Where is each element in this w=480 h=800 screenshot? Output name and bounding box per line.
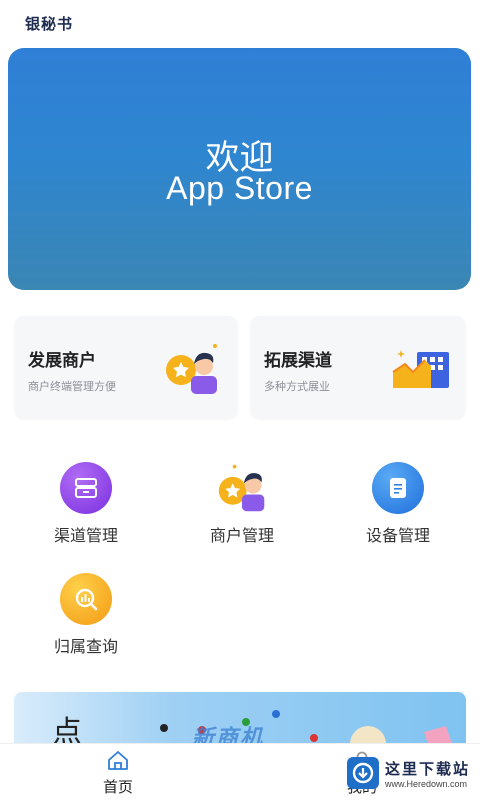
ownership-query[interactable]: 归属查询 [26, 573, 146, 657]
home-icon [78, 750, 158, 774]
card-subtitle: 多种方式展业 [264, 380, 330, 393]
card-title: 发展商户 [28, 351, 96, 371]
develop-merchant-card[interactable]: 发展商户 商户终端管理方便 [15, 316, 237, 418]
watermark-en: www.Heredown.com [385, 778, 468, 789]
heredown-logo [347, 757, 379, 789]
search-chart-icon [60, 573, 112, 625]
drawer-icon [60, 462, 112, 514]
app-store-text: App Store [166, 170, 313, 206]
merchant-icon [163, 340, 221, 396]
device-management[interactable]: 设备管理 [338, 462, 458, 546]
tab-home[interactable]: 首页 [78, 750, 158, 797]
grid-label: 设备管理 [365, 526, 430, 545]
app-title: 银秘书 [25, 15, 74, 33]
card-title: 拓展渠道 [264, 351, 332, 371]
tab-label: 首页 [102, 778, 133, 796]
card-subtitle: 商户终端管理方便 [28, 380, 116, 393]
channel-management[interactable]: 渠道管理 [26, 462, 146, 546]
heredown-watermark: 这里下载站 www.Heredown.com [347, 753, 475, 793]
watermark-cn: 这里下载站 [385, 759, 471, 778]
merchant-icon [216, 462, 268, 514]
welcome-banner[interactable]: 欢迎 App Store [8, 48, 471, 290]
grid-label: 渠道管理 [53, 526, 118, 545]
grid-label: 归属查询 [53, 637, 118, 656]
document-icon [372, 462, 424, 514]
building-chart-icon [391, 340, 449, 396]
expand-channel-card[interactable]: 拓展渠道 多种方式展业 [251, 316, 465, 418]
merchant-management[interactable]: 商户管理 [182, 462, 302, 546]
grid-label: 商户管理 [209, 526, 274, 545]
